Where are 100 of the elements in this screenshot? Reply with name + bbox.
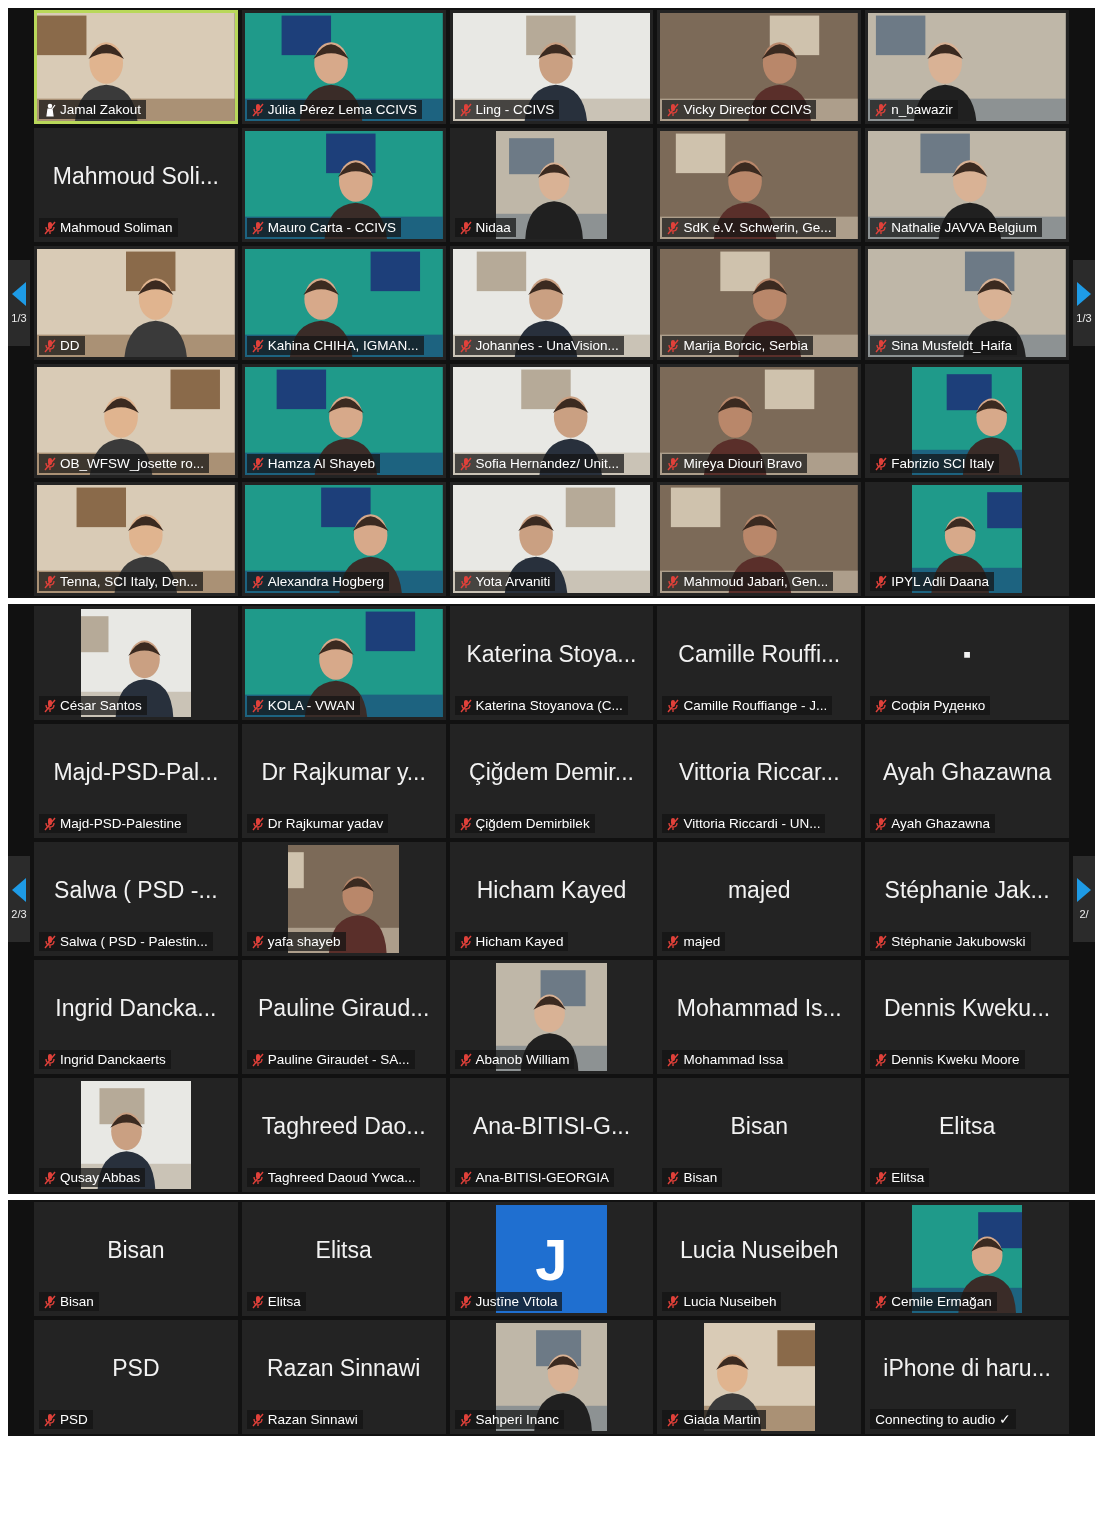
video-tile[interactable]: majed majed (657, 842, 862, 956)
video-tile[interactable]: Elitsa Elitsa (865, 1078, 1069, 1192)
video-tile[interactable]: César Santos (34, 606, 238, 720)
video-tile[interactable]: Nathalie JAVVA Belgium (865, 128, 1069, 242)
video-tile[interactable]: Hamza Al Shayeb (241, 364, 446, 478)
video-tile[interactable]: Mahmoud Jabari, Gen... (657, 482, 862, 596)
video-tile[interactable]: OB_WFSW_josette ro... (34, 364, 238, 478)
video-tile[interactable]: Sahperi Inanc (449, 1320, 654, 1434)
video-tile[interactable]: Elitsa Elitsa (241, 1202, 446, 1316)
video-tile[interactable]: Sofia Hernandez/ Unit... (449, 364, 654, 478)
participant-name: Bisan (730, 1112, 789, 1140)
video-tile[interactable]: Ling - CCIVS (449, 10, 654, 124)
video-tile[interactable]: Salwa ( PSD -... Salwa ( PSD - Palestin... (34, 842, 238, 956)
video-tile[interactable]: Alexandra Hogberg (241, 482, 446, 596)
video-tile[interactable]: Katerina Stoya... Katerina Stoyanova (C... (449, 606, 654, 720)
name-text: Qusay Abbas (60, 1170, 141, 1185)
video-tile[interactable]: Ana-BITISI-G... Ana-BITISI-GEORGIA (449, 1078, 654, 1192)
video-tile[interactable]: Mauro Carta - CCIVS (241, 128, 446, 242)
video-tile[interactable]: n_bawazir (865, 10, 1069, 124)
name-text: Jamal Zakout (60, 102, 142, 117)
video-tile[interactable]: Ingrid Dancka... Ingrid Danckaerts (34, 960, 238, 1074)
video-tile[interactable]: Johannes - UnaVision... (449, 246, 654, 360)
participant-name: Hicham Kayed (476, 876, 627, 904)
participant-name: Lucia Nuseibeh (680, 1236, 839, 1264)
video-tile[interactable]: ▪ Софія Руденко (865, 606, 1069, 720)
previous-page-button[interactable]: 1/3 (8, 260, 30, 346)
muted-mic-icon (667, 698, 680, 713)
muted-mic-icon (251, 1412, 264, 1427)
name-text: majed (683, 934, 721, 949)
muted-mic-icon (44, 338, 56, 353)
video-tile[interactable]: Giada Martin (657, 1320, 862, 1434)
muted-mic-icon (251, 1052, 264, 1067)
video-tile[interactable]: Razan Sinnawi Razan Sinnawi (241, 1320, 446, 1434)
video-tile[interactable]: Vittoria Riccar... Vittoria Riccardi - UN... (657, 724, 862, 838)
name-text: Abanob William (475, 1052, 570, 1067)
participant-name: Çiğdem Demir... (469, 758, 634, 786)
name-text: Justīne Vītola (475, 1294, 558, 1309)
muted-mic-icon (251, 816, 264, 831)
video-tile[interactable]: Qusay Abbas (34, 1078, 238, 1192)
name-text: Dennis Kweku Moore (891, 1052, 1020, 1067)
name-text: Yota Arvaniti (475, 574, 551, 589)
muted-mic-icon (459, 456, 472, 471)
name-text: Júlia Pérez Lema CCIVS (267, 102, 418, 117)
video-tile[interactable]: Abanob William (449, 960, 654, 1074)
participant-name: Dr Rajkumar y... (261, 758, 426, 786)
muted-mic-icon (459, 574, 472, 589)
video-tile[interactable]: Marija Borcic, Serbia (657, 246, 862, 360)
participant-name: Elitsa (938, 1112, 996, 1140)
video-tile[interactable]: Mireya Diouri Bravo (657, 364, 862, 478)
participant-name: Ayah Ghazawna (882, 758, 1052, 786)
video-tile[interactable]: Mahmoud Soli... Mahmoud Soliman (34, 128, 238, 242)
video-tile[interactable]: Fabrizio SCI Italy (865, 364, 1069, 478)
left-arrow-icon (12, 282, 26, 306)
video-tile[interactable]: SdK e.V. Schwerin, Ge... (657, 128, 862, 242)
video-tile[interactable]: Kahina CHIHA, IGMAN... (241, 246, 446, 360)
name-text: n_bawazir (891, 102, 953, 117)
muted-mic-icon (667, 220, 680, 235)
previous-page-button[interactable]: 2/3 (8, 856, 30, 942)
video-tile[interactable]: Taghreed Dao... Taghreed Daoud Ywca... (241, 1078, 446, 1192)
video-tile[interactable]: Bisan Bisan (657, 1078, 862, 1192)
video-tile[interactable]: Hicham Kayed Hicham Kayed (449, 842, 654, 956)
muted-mic-icon (459, 698, 472, 713)
video-tile[interactable]: Dr Rajkumar y... Dr Rajkumar yadav (241, 724, 446, 838)
muted-mic-icon (44, 816, 56, 831)
video-tile[interactable]: Majd-PSD-Pal... Majd-PSD-Palestine (34, 724, 238, 838)
muted-mic-icon (459, 338, 472, 353)
video-tile[interactable]: Ayah Ghazawna Ayah Ghazawna (865, 724, 1069, 838)
name-text: Dr Rajkumar yadav (267, 816, 384, 831)
next-page-button[interactable]: 2/ (1073, 856, 1095, 942)
video-tile[interactable]: J Justīne Vītola (449, 1202, 654, 1316)
video-tile[interactable]: Júlia Pérez Lema CCIVS (241, 10, 446, 124)
muted-mic-icon (667, 338, 680, 353)
muted-mic-icon (251, 102, 264, 117)
video-tile[interactable]: IPYL Adli Daana (865, 482, 1069, 596)
video-tile[interactable]: Sina Musfeldt_Haifa (865, 246, 1069, 360)
muted-mic-icon (44, 1412, 56, 1427)
video-tile[interactable]: Camille Rouffi... Camille Rouffiange - J... (657, 606, 862, 720)
video-tile[interactable]: Nidaa (449, 128, 654, 242)
video-tile[interactable]: Jamal Zakout (34, 10, 238, 124)
video-tile[interactable]: Vicky Director CCIVS (657, 10, 862, 124)
video-tile[interactable]: iPhone di haru... Connecting to audio ✓ (865, 1320, 1069, 1434)
video-tile[interactable]: Stéphanie Jak... Stéphanie Jakubowski (865, 842, 1069, 956)
video-tile[interactable]: Tenna, SCI Italy, Den... (34, 482, 238, 596)
video-tile[interactable]: Mohammad Is... Mohammad Issa (657, 960, 862, 1074)
video-tile[interactable]: PSD PSD (34, 1320, 238, 1434)
video-tile[interactable]: Dennis Kweku... Dennis Kweku Moore (865, 960, 1069, 1074)
video-tile[interactable]: Cemile Ermağan (865, 1202, 1069, 1316)
participant-name: Vittoria Riccar... (678, 758, 840, 786)
video-tile[interactable]: Çiğdem Demir... Çiğdem Demirbilek (449, 724, 654, 838)
video-tile[interactable]: Bisan Bisan (34, 1202, 238, 1316)
next-page-button[interactable]: 1/3 (1073, 260, 1095, 346)
video-tile[interactable]: Lucia Nuseibeh Lucia Nuseibeh (657, 1202, 862, 1316)
video-tile[interactable]: DD (34, 246, 238, 360)
video-tile[interactable]: yafa shayeb (241, 842, 446, 956)
video-tile[interactable]: KOLA - VWAN (241, 606, 446, 720)
video-tile[interactable]: Yota Arvaniti (449, 482, 654, 596)
name-text: Ingrid Danckaerts (60, 1052, 166, 1067)
name-text: Razan Sinnawi (267, 1412, 358, 1427)
video-tile[interactable]: Pauline Giraud... Pauline Giraudet - SA... (241, 960, 446, 1074)
muted-mic-icon (875, 934, 888, 949)
